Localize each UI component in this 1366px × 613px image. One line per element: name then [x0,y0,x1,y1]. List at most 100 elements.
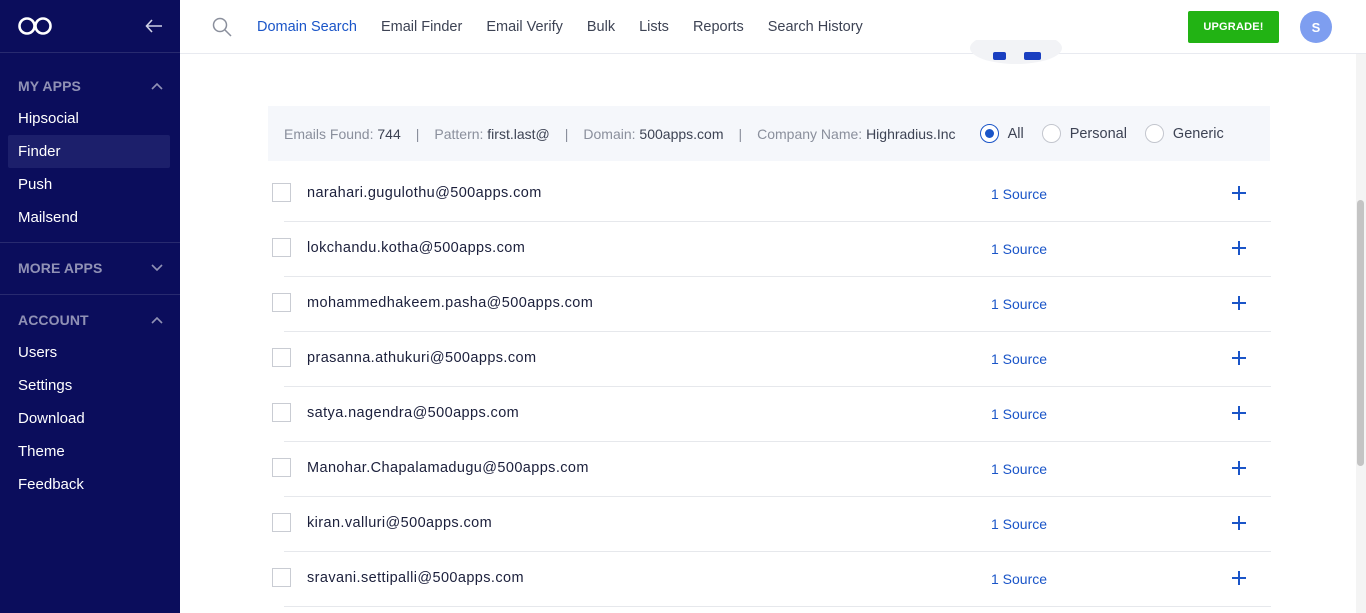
chevron-up-icon [151,82,163,90]
row-checkbox[interactable] [272,348,291,367]
pattern-label: Pattern: [434,125,484,142]
my-apps-section: MY APPS Hipsocial Finder Push Mailsend [0,69,180,243]
my-apps-header[interactable]: MY APPS [0,69,180,102]
separator: | [564,125,569,142]
row-checkbox[interactable] [272,568,291,587]
sidebar-item-push[interactable]: Push [8,168,170,201]
list-item: satya.nagendra@500apps.com 1 Source [272,387,1271,442]
tab-search-history[interactable]: Search History [768,19,863,35]
row-checkbox[interactable] [272,458,291,477]
radio-personal[interactable]: Personal [1041,124,1127,143]
scrollbar-thumb[interactable] [1357,200,1364,466]
email-address: narahari.gugulothu@500apps.com [307,185,542,201]
nav-tabs: Domain Search Email Finder Email Verify … [257,0,887,54]
row-checkbox[interactable] [272,513,291,532]
top-navbar: Domain Search Email Finder Email Verify … [180,0,1366,54]
source-link[interactable]: 1 Source [991,461,1047,477]
sidebar-item-download[interactable]: Download [8,402,170,435]
list-item: Manohar.Chapalamadugu@500apps.com 1 Sour… [272,442,1271,497]
sidebar-item-feedback[interactable]: Feedback [8,468,170,501]
plus-icon[interactable] [1231,460,1247,476]
plus-icon[interactable] [1231,185,1247,201]
arrow-left-icon[interactable] [144,16,164,36]
account-section: ACCOUNT Users Settings Download Theme Fe… [0,303,180,509]
tab-email-verify[interactable]: Email Verify [486,19,563,35]
sidebar-item-mailsend[interactable]: Mailsend [8,201,170,234]
plus-icon[interactable] [1231,295,1247,311]
sidebar-item-users[interactable]: Users [8,336,170,369]
plus-icon[interactable] [1231,570,1247,586]
tab-email-finder[interactable]: Email Finder [381,19,462,35]
pattern-value: first.last@ [487,125,550,142]
more-apps-header[interactable]: MORE APPS [0,251,180,284]
source-link[interactable]: 1 Source [991,296,1047,312]
infinity-logo-icon[interactable] [17,16,53,36]
list-item: narahari.gugulothu@500apps.com 1 Source [272,167,1271,222]
radio-dot [984,129,994,138]
radio-label-all: All [1007,125,1024,142]
row-checkbox[interactable] [272,293,291,312]
plus-icon[interactable] [1231,515,1247,531]
sidebar-item-settings[interactable]: Settings [8,369,170,402]
separator: | [415,125,420,142]
radio-button[interactable] [1041,124,1061,143]
upgrade-button[interactable]: UPGRADE! [1188,11,1279,43]
radio-button[interactable] [1144,124,1164,143]
sidebar-item-finder[interactable]: Finder [8,135,170,168]
email-address: lokchandu.kotha@500apps.com [307,240,526,256]
row-checkbox[interactable] [272,403,291,422]
email-address: sravani.settipalli@500apps.com [307,570,524,586]
account-heading: ACCOUNT [18,311,89,328]
emails-found-label: Emails Found: [284,125,374,142]
plus-icon[interactable] [1231,405,1247,421]
tab-domain-search[interactable]: Domain Search [257,19,357,35]
source-link[interactable]: 1 Source [991,516,1047,532]
tab-lists[interactable]: Lists [639,19,669,35]
company-label: Company Name: [757,125,863,142]
email-address: prasanna.athukuri@500apps.com [307,350,537,366]
source-link[interactable]: 1 Source [991,241,1047,257]
company-logo-icon [970,40,1062,64]
source-link[interactable]: 1 Source [991,186,1047,202]
plus-icon[interactable] [1231,240,1247,256]
results-summary-bar: Emails Found: 744 | Pattern: first.last@… [268,106,1270,161]
radio-label-generic: Generic [1172,125,1224,142]
source-link[interactable]: 1 Source [991,406,1047,422]
account-header[interactable]: ACCOUNT [0,303,180,336]
source-link[interactable]: 1 Source [991,351,1047,367]
radio-label-personal: Personal [1069,125,1127,142]
list-item: sravani.settipalli@500apps.com 1 Source [272,552,1271,607]
chevron-up-icon [151,316,163,324]
radio-button-selected[interactable] [979,124,999,143]
email-address: kiran.valluri@500apps.com [307,515,493,531]
email-address: Manohar.Chapalamadugu@500apps.com [307,460,589,476]
sidebar: MY APPS Hipsocial Finder Push Mailsend M… [0,0,180,613]
list-item: mohammedhakeem.pasha@500apps.com 1 Sourc… [272,277,1271,332]
source-link[interactable]: 1 Source [991,571,1047,587]
more-apps-section: MORE APPS [0,251,180,295]
list-item: lokchandu.kotha@500apps.com 1 Source [272,222,1271,277]
row-checkbox[interactable] [272,183,291,202]
email-type-filter: All Personal Generic [979,124,1242,143]
plus-icon[interactable] [1231,350,1247,366]
row-checkbox[interactable] [272,238,291,257]
radio-generic[interactable]: Generic [1144,124,1224,143]
radio-all[interactable]: All [979,124,1024,143]
company-value: Highradius.Inc [866,125,956,142]
tab-reports[interactable]: Reports [693,19,744,35]
email-address: mohammedhakeem.pasha@500apps.com [307,295,594,311]
my-apps-heading: MY APPS [18,77,81,94]
list-item: prasanna.athukuri@500apps.com 1 Source [272,332,1271,387]
domain-value: 500apps.com [639,125,724,142]
separator: | [738,125,743,142]
avatar[interactable]: S [1300,11,1332,43]
list-item: kiran.valluri@500apps.com 1 Source [272,497,1271,552]
emails-found-value: 744 [377,125,401,142]
tab-bulk[interactable]: Bulk [587,19,615,35]
chevron-down-icon [151,263,163,271]
sidebar-item-hipsocial[interactable]: Hipsocial [8,102,170,135]
domain-label: Domain: [583,125,636,142]
sidebar-item-theme[interactable]: Theme [8,435,170,468]
more-apps-heading: MORE APPS [18,259,103,276]
search-icon[interactable] [212,17,232,37]
